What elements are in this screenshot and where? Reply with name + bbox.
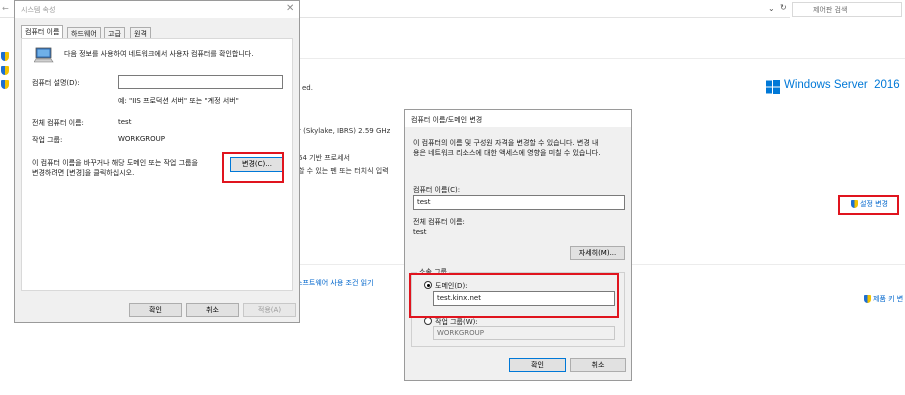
description-line-2: 용은 네트워크 리소스에 대한 액세스에 영향을 미칠 수 있습니다. bbox=[413, 149, 601, 157]
apply-button[interactable]: 적용(A) bbox=[243, 303, 296, 317]
shield-icon bbox=[864, 295, 871, 303]
description-input[interactable] bbox=[118, 75, 283, 89]
description-label: 컴퓨터 설명(D): bbox=[32, 79, 80, 87]
description-hint: 예: "IIS 프로덕션 서버" 또는 "계정 서버" bbox=[118, 97, 239, 105]
rename-instructions-2: 변경하려면 [변경]을 클릭하십시오. bbox=[32, 169, 135, 177]
change-settings-link[interactable]: 설정 변경 bbox=[860, 199, 888, 209]
full-name-value: test bbox=[413, 228, 427, 236]
computer-name-input[interactable]: test bbox=[413, 195, 625, 210]
processor-value: r (Skylake, IBRS) 2.59 GHz bbox=[298, 127, 391, 135]
cancel-button[interactable]: 취소 bbox=[186, 303, 239, 317]
tab-computer-name[interactable]: 컴퓨터 이름 bbox=[21, 25, 64, 39]
computer-name-domain-dialog: 컴퓨터 이름/도메인 변경 이 컴퓨터의 이름 및 구성원 자격을 변경할 수 … bbox=[404, 109, 632, 381]
dialog-title: 컴퓨터 이름/도메인 변경 bbox=[411, 116, 483, 124]
system-properties-dialog: 시스템 속성 ✕ 컴퓨터 이름 하드웨어 고급 원격 다음 정보를 사용하여 네… bbox=[14, 0, 300, 323]
license-terms-link[interactable]: 소프트웨어 사용 조건 읽기 bbox=[296, 278, 374, 288]
workgroup-value: WORKGROUP bbox=[118, 135, 166, 143]
shield-icon bbox=[1, 52, 9, 61]
partial-text: ed. bbox=[302, 84, 313, 92]
dialog-title: 시스템 속성 bbox=[21, 6, 56, 14]
workgroup-label: 작업 그룹: bbox=[32, 136, 63, 144]
product-key-link[interactable]: 제품 키 변 bbox=[873, 294, 903, 304]
full-name-value: test bbox=[118, 118, 132, 126]
cancel-button[interactable]: 취소 bbox=[570, 358, 626, 372]
shield-icon bbox=[851, 200, 858, 208]
windows-server-logo-text: Windows Server 2016 bbox=[784, 79, 900, 91]
dropdown-chevron-icon[interactable]: ⌄ bbox=[768, 4, 775, 13]
computer-name-label: 컴퓨터 이름(C): bbox=[413, 186, 461, 194]
back-arrow-icon[interactable]: ← bbox=[2, 4, 9, 13]
windows-logo-icon bbox=[766, 80, 780, 94]
computer-icon bbox=[33, 47, 54, 63]
shield-icon bbox=[1, 66, 9, 75]
description-line-1: 이 컴퓨터의 이름 및 구성원 자격을 변경할 수 있습니다. 변경 내 bbox=[413, 139, 599, 147]
ok-button[interactable]: 확인 bbox=[129, 303, 182, 317]
highlight-change-button bbox=[222, 152, 284, 183]
workgroup-radio[interactable] bbox=[424, 317, 432, 325]
pen-touch-value: 할 수 있는 펜 또는 터치식 입력 bbox=[298, 167, 389, 175]
refresh-icon[interactable]: ↻ bbox=[780, 3, 787, 12]
search-placeholder: 제어판 검색 bbox=[813, 6, 848, 14]
intro-text: 다음 정보를 사용하여 네트워크에서 사용자 컴퓨터를 확인합니다. bbox=[64, 50, 254, 58]
full-name-label: 전체 컴퓨터 이름: bbox=[413, 218, 465, 226]
highlight-domain-area bbox=[409, 273, 619, 318]
full-name-label: 전체 컴퓨터 이름: bbox=[32, 119, 84, 127]
workgroup-input[interactable]: WORKGROUP bbox=[433, 326, 615, 340]
search-box[interactable]: 제어판 검색 bbox=[792, 2, 902, 17]
rename-instructions-1: 이 컴퓨터 이름을 바꾸거나 해당 도메인 또는 작업 그룹을 bbox=[32, 159, 198, 167]
ok-button[interactable]: 확인 bbox=[509, 358, 566, 372]
close-icon[interactable]: ✕ bbox=[286, 3, 294, 14]
shield-icon bbox=[1, 80, 9, 89]
system-type-value: 64 기반 프로세서 bbox=[298, 154, 350, 162]
more-button[interactable]: 자세히(M)... bbox=[570, 246, 625, 260]
title-bar[interactable] bbox=[15, 1, 299, 18]
